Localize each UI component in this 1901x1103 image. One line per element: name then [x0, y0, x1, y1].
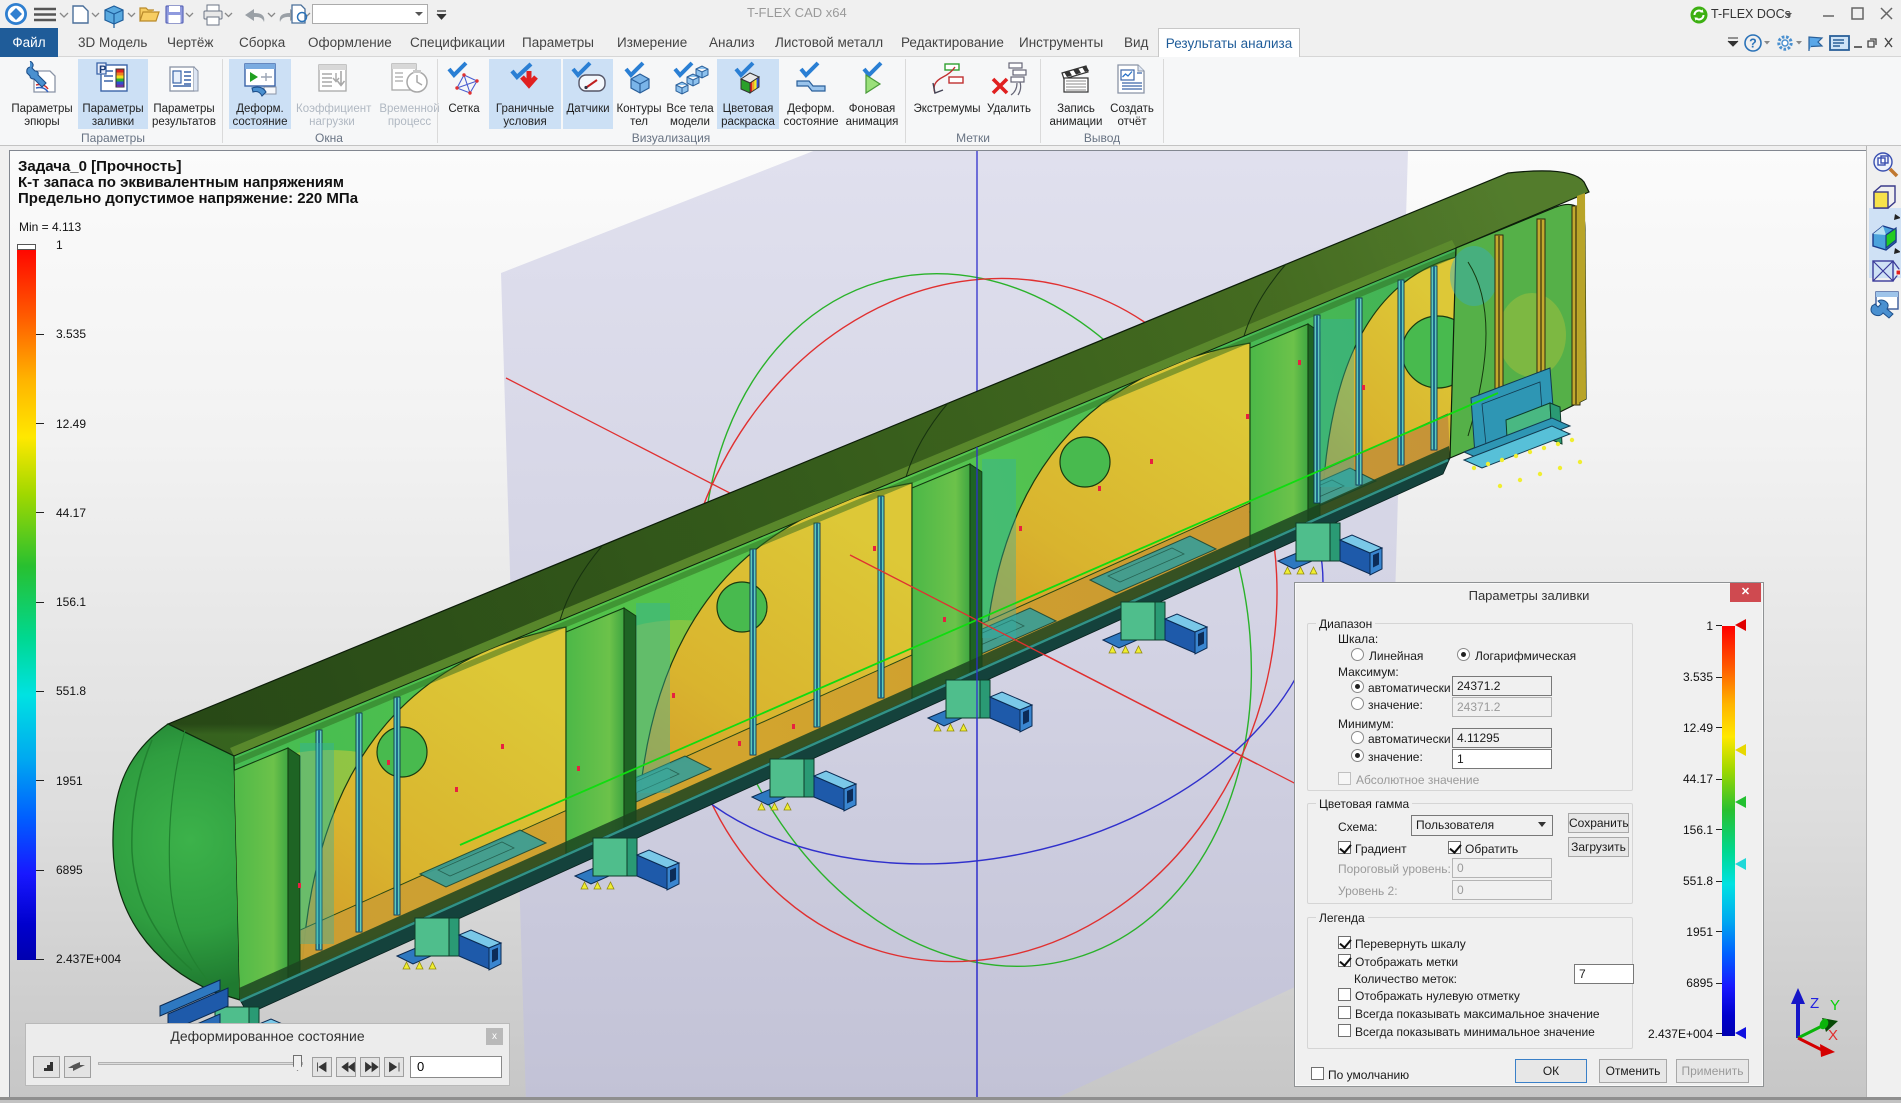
svg-text:P: P: [99, 64, 106, 76]
svg-text:?: ?: [1749, 37, 1757, 51]
